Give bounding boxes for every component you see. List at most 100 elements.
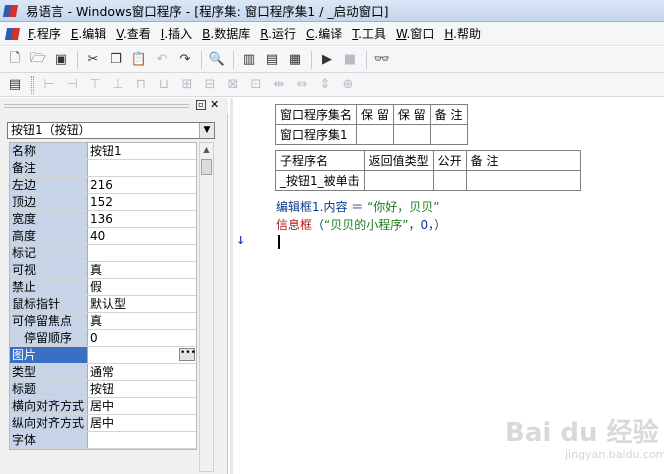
toolbar-grip [31,75,34,94]
align-bottom-icon[interactable]: ⊔ [153,74,175,96]
menu-window[interactable]: W.窗口 [396,25,434,42]
menu-edit[interactable]: E.编辑 [71,25,106,42]
property-row[interactable]: 名称 按钮1 [10,143,196,160]
new-file-icon[interactable]: 🗋 [4,49,26,71]
property-row[interactable]: 高度 40 [10,228,196,245]
property-value[interactable]: 居中 [88,398,196,414]
property-name: 可视 [10,262,88,278]
center-horizontal-icon[interactable]: ⇔ [291,74,313,96]
layout-3-icon[interactable]: ▦ [284,49,306,71]
property-value[interactable]: 按钮 [88,381,196,397]
property-row-selected[interactable]: 图片 ••• [10,347,196,364]
scroll-thumb[interactable] [201,159,212,175]
property-value[interactable]: ••• [88,347,196,363]
grid-icon[interactable]: ⊕ [337,74,359,96]
menu-insert[interactable]: I.插入 [161,25,192,42]
property-value[interactable]: 真 [88,262,196,278]
property-row[interactable]: 停留顺序 0 [10,330,196,347]
property-value[interactable]: 居中 [88,415,196,431]
property-name: 宽度 [10,211,88,227]
table-cell[interactable]: 窗口程序集1 [274,124,358,145]
panel-grip[interactable] [4,104,189,108]
property-row[interactable]: 标题 按钮 [10,381,196,398]
property-value[interactable]: 136 [88,211,196,227]
properties-icon[interactable]: ▤ [4,74,26,96]
run-icon[interactable]: ▶ [316,49,338,71]
code-line[interactable]: 信息框（“贝贝的小程序”，0，） [276,216,446,233]
same-height-icon[interactable]: ⊡ [245,74,267,96]
table-cell[interactable] [429,124,468,145]
redo-icon[interactable]: ↷ [174,49,196,71]
property-row[interactable]: 类型 通常 [10,364,196,381]
menu-tools[interactable]: T.工具 [352,25,386,42]
chevron-down-icon[interactable]: ▼ [199,123,214,138]
menu-program[interactable]: F.程序 [28,25,61,42]
ellipsis-button[interactable]: ••• [179,348,196,361]
property-scrollbar[interactable]: ▲ [199,142,214,472]
menu-run[interactable]: R.运行 [260,25,296,42]
paste-icon[interactable]: 📋 [128,49,150,71]
table-cell[interactable] [392,124,431,145]
undo-disabled-icon[interactable]: ↶ [151,49,173,71]
scroll-up-icon[interactable]: ▲ [200,143,213,157]
property-row[interactable]: 纵向对齐方式 居中 [10,415,196,432]
table-cell[interactable] [465,170,581,191]
align-top-icon[interactable]: ⊥ [107,74,129,96]
property-value[interactable]: 0 [88,330,196,346]
menu-database[interactable]: B.数据库 [202,25,250,42]
property-value[interactable] [88,432,196,448]
property-row[interactable]: 备注 [10,160,196,177]
property-value[interactable]: 假 [88,279,196,295]
align-center-icon[interactable]: ⊣ [61,74,83,96]
table-cell[interactable] [356,124,394,145]
cut-icon[interactable]: ✂ [82,49,104,71]
property-value[interactable]: 真 [88,313,196,329]
table-cell[interactable]: _按钮1_被单击 [275,170,365,191]
property-row[interactable]: 鼠标指针 默认型 [10,296,196,313]
property-row[interactable]: 左边 216 [10,177,196,194]
layout-1-icon[interactable]: ▥ [238,49,260,71]
property-row[interactable]: 横向对齐方式 居中 [10,398,196,415]
center-vertical-icon[interactable]: ⇕ [314,74,336,96]
property-value[interactable]: 40 [88,228,196,244]
property-value[interactable]: 216 [88,177,196,193]
property-row[interactable]: 顶边 152 [10,194,196,211]
component-select[interactable]: 按钮1（按钮） ▼ [7,122,215,139]
close-icon[interactable]: ✕ [210,99,219,111]
layout-2-icon[interactable]: ▤ [261,49,283,71]
pin-icon[interactable]: ▫ [196,100,206,110]
property-value[interactable]: 152 [88,194,196,210]
property-row[interactable]: 可停留焦点真 [10,313,196,330]
table-cell[interactable] [432,170,467,191]
menu-help[interactable]: H.帮助 [444,25,481,42]
property-row[interactable]: 可视真 [10,262,196,279]
space-vertical-icon[interactable]: ⊟ [199,74,221,96]
stop-icon[interactable]: ■ [339,49,361,71]
document-logo-icon[interactable] [4,24,24,44]
align-right-icon[interactable]: ⊤ [84,74,106,96]
table-cell[interactable] [363,170,434,191]
menu-compile[interactable]: C.编译 [306,25,342,42]
menu-view[interactable]: V.查看 [116,25,151,42]
binoculars-icon[interactable]: 👓 [371,49,393,71]
space-horizontal-icon[interactable]: ⊞ [176,74,198,96]
align-middle-icon[interactable]: ⊓ [130,74,152,96]
watermark-url: jingyan.baidu.com [565,448,664,461]
property-row[interactable]: 标记 [10,245,196,262]
property-value[interactable] [88,160,196,176]
property-value[interactable] [88,245,196,261]
same-width-icon[interactable]: ⊠ [222,74,244,96]
save-icon[interactable]: ▣ [50,49,72,71]
code-line[interactable]: 编辑框1.内容 ＝ “你好，贝贝” [276,198,440,215]
property-value[interactable]: 通常 [88,364,196,380]
copy-icon[interactable]: ❐ [105,49,127,71]
property-row[interactable]: 字体 [10,432,196,449]
property-value[interactable]: 按钮1 [88,143,196,159]
distribute-icon[interactable]: ⇹ [268,74,290,96]
align-left-icon[interactable]: ⊢ [38,74,60,96]
find-icon[interactable]: 🔍 [206,49,228,71]
property-row[interactable]: 宽度 136 [10,211,196,228]
property-value[interactable]: 默认型 [88,296,196,312]
open-folder-icon[interactable]: 🗁 [27,49,49,71]
property-row[interactable]: 禁止假 [10,279,196,296]
